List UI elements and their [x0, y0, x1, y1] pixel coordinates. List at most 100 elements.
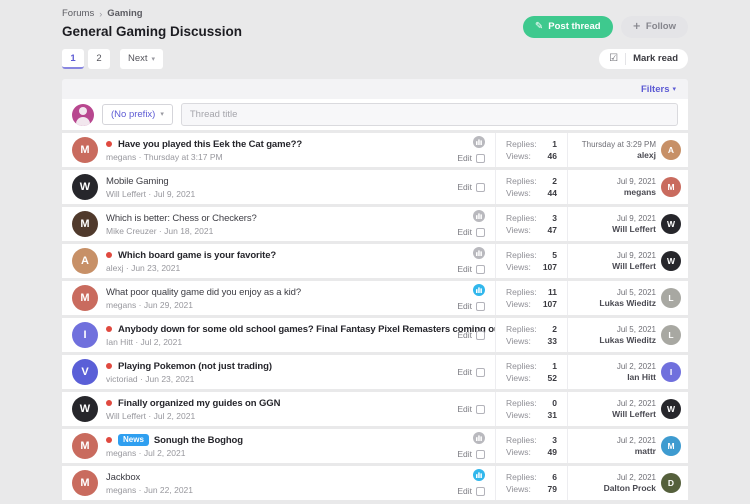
thread-title-link[interactable]: What poor quality game did you enjoy as … [106, 287, 301, 298]
last-post-date-link[interactable]: Jul 2, 2021 [612, 399, 656, 408]
last-post-user-link[interactable]: Will Leffert [612, 224, 656, 234]
last-post-date-link[interactable]: Jul 9, 2021 [612, 251, 656, 260]
edit-link[interactable]: Edit [457, 264, 472, 274]
last-post-user-link[interactable]: Will Leffert [612, 409, 656, 419]
thread-title-link[interactable]: Which is better: Chess or Checkers? [106, 213, 257, 224]
thread-select-checkbox[interactable] [476, 154, 485, 163]
views-label: Views: [506, 226, 531, 235]
last-post-user-link[interactable]: megans [617, 187, 656, 197]
mark-read-button[interactable]: ☑ Mark read [599, 49, 688, 69]
thread-select-checkbox[interactable] [476, 228, 485, 237]
thread-author-link[interactable]: megans [106, 300, 136, 310]
thread-title-link[interactable]: Which board game is your favorite? [118, 250, 276, 261]
breadcrumb-gaming-link[interactable]: Gaming [107, 8, 142, 19]
thread-stats-cell: Replies: 1 Views: 46 [495, 133, 567, 167]
last-post-avatar[interactable]: L [661, 325, 681, 345]
last-post-user-link[interactable]: alexj [582, 150, 656, 160]
new-thread-composer: (No prefix) ▾ [62, 99, 688, 130]
last-post-user-link[interactable]: Ian Hitt [617, 372, 656, 382]
thread-select-checkbox[interactable] [476, 302, 485, 311]
thread-avatar[interactable]: A [72, 248, 98, 274]
thread-select-checkbox[interactable] [476, 183, 485, 192]
replies-count: 11 [548, 288, 557, 297]
edit-link[interactable]: Edit [457, 367, 472, 377]
post-thread-button[interactable]: ✎ Post thread [523, 16, 613, 38]
page-button-2[interactable]: 2 [88, 49, 110, 69]
edit-link[interactable]: Edit [457, 227, 472, 237]
next-page-button[interactable]: Next ▾ [120, 49, 163, 69]
thread-author-link[interactable]: megans [106, 152, 136, 162]
last-post-date-link[interactable]: Jul 5, 2021 [599, 288, 656, 297]
thread-avatar[interactable]: V [72, 359, 98, 385]
last-post-date-link[interactable]: Thursday at 3:29 PM [582, 140, 656, 149]
last-post-date-link[interactable]: Jul 5, 2021 [599, 325, 656, 334]
breadcrumb-forums-link[interactable]: Forums [62, 8, 94, 19]
thread-author-link[interactable]: alexj [106, 263, 123, 273]
thread-select-checkbox[interactable] [476, 405, 485, 414]
thread-title-link[interactable]: Playing Pokemon (not just trading) [118, 361, 272, 372]
last-post-avatar[interactable]: W [661, 214, 681, 234]
edit-link[interactable]: Edit [457, 301, 472, 311]
thread-avatar[interactable]: M [72, 433, 98, 459]
thread-title-link[interactable]: Sonugh the Boghog [154, 435, 243, 446]
thread-select-checkbox[interactable] [476, 331, 485, 340]
thread-title-link[interactable]: Finally organized my guides on GGN [118, 398, 280, 409]
prefix-select[interactable]: (No prefix) ▾ [102, 104, 173, 125]
edit-link[interactable]: Edit [457, 182, 472, 192]
thread-author-link[interactable]: Will Leffert [106, 411, 146, 421]
thread-avatar[interactable]: M [72, 470, 98, 496]
last-post-date-link[interactable]: Jul 2, 2021 [617, 362, 656, 371]
last-post-avatar[interactable]: D [661, 473, 681, 493]
thread-title-link[interactable]: Anybody down for some old school games? … [118, 324, 495, 335]
thread-author-link[interactable]: megans [106, 448, 136, 458]
thread-avatar[interactable]: M [72, 285, 98, 311]
last-post-user-link[interactable]: mattr [617, 446, 656, 456]
views-label: Views: [506, 263, 531, 272]
thread-author-link[interactable]: Ian Hitt [106, 337, 133, 347]
thread-title-link[interactable]: Jackbox [106, 472, 140, 483]
last-post-avatar[interactable]: M [661, 436, 681, 456]
page-header: Forums › Gaming General Gaming Discussio… [62, 8, 688, 39]
thread-avatar[interactable]: W [72, 396, 98, 422]
thread-author-link[interactable]: megans [106, 485, 136, 495]
thread-avatar[interactable]: M [72, 211, 98, 237]
last-post-user-link[interactable]: Dalton Prock [604, 483, 656, 493]
last-post-avatar[interactable]: L [661, 288, 681, 308]
follow-button[interactable]: + Follow [621, 16, 688, 38]
last-post-date-link[interactable]: Jul 2, 2021 [604, 473, 656, 482]
last-post-avatar[interactable]: M [661, 177, 681, 197]
thread-avatar[interactable]: M [72, 137, 98, 163]
last-post-user-link[interactable]: Will Leffert [612, 261, 656, 271]
edit-link[interactable]: Edit [457, 330, 472, 340]
last-post-avatar[interactable]: W [661, 251, 681, 271]
views-count: 44 [548, 189, 557, 198]
edit-link[interactable]: Edit [457, 486, 472, 496]
last-post-date-link[interactable]: Jul 2, 2021 [617, 436, 656, 445]
thread-author-link[interactable]: Mike Creuzer [106, 226, 157, 236]
last-post-date-link[interactable]: Jul 9, 2021 [612, 214, 656, 223]
edit-link[interactable]: Edit [457, 153, 472, 163]
last-post-avatar[interactable]: I [661, 362, 681, 382]
thread-author-link[interactable]: Will Leffert [106, 189, 146, 199]
current-user-avatar[interactable] [72, 104, 94, 126]
edit-link[interactable]: Edit [457, 404, 472, 414]
thread-select-checkbox[interactable] [476, 487, 485, 496]
last-post-date-link[interactable]: Jul 9, 2021 [617, 177, 656, 186]
page-button-1[interactable]: 1 [62, 49, 84, 69]
thread-date: Jun 22, 2021 [144, 485, 193, 495]
thread-select-checkbox[interactable] [476, 450, 485, 459]
thread-select-checkbox[interactable] [476, 265, 485, 274]
last-post-user-link[interactable]: Lukas Wieditz [599, 298, 656, 308]
thread-title-link[interactable]: Have you played this Eek the Cat game?? [118, 139, 302, 150]
thread-title-input[interactable] [181, 103, 678, 126]
filters-button[interactable]: Filters ▾ [641, 84, 676, 95]
edit-link[interactable]: Edit [457, 449, 472, 459]
thread-avatar[interactable]: I [72, 322, 98, 348]
last-post-avatar[interactable]: A [661, 140, 681, 160]
thread-select-checkbox[interactable] [476, 368, 485, 377]
thread-avatar[interactable]: W [72, 174, 98, 200]
last-post-avatar[interactable]: W [661, 399, 681, 419]
last-post-user-link[interactable]: Lukas Wieditz [599, 335, 656, 345]
thread-title-link[interactable]: Mobile Gaming [106, 176, 169, 187]
thread-author-link[interactable]: victoriad [106, 374, 138, 384]
